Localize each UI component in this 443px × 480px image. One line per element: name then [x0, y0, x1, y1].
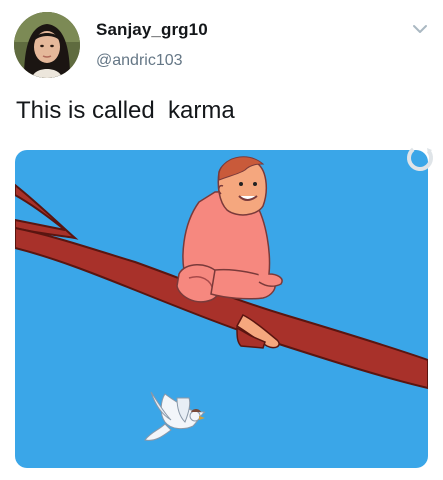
user-handle[interactable]: @andric103 — [96, 52, 183, 70]
display-name[interactable]: Sanjay_grg10 — [96, 20, 208, 40]
tweet-image[interactable] — [15, 150, 428, 468]
refresh-icon[interactable] — [404, 142, 436, 174]
tweet-card: Sanjay_grg10 @andric103 This is called k… — [0, 0, 443, 480]
tweet-text: This is called karma — [16, 97, 235, 124]
chevron-down-icon[interactable] — [410, 22, 430, 36]
avatar[interactable] — [14, 12, 80, 78]
